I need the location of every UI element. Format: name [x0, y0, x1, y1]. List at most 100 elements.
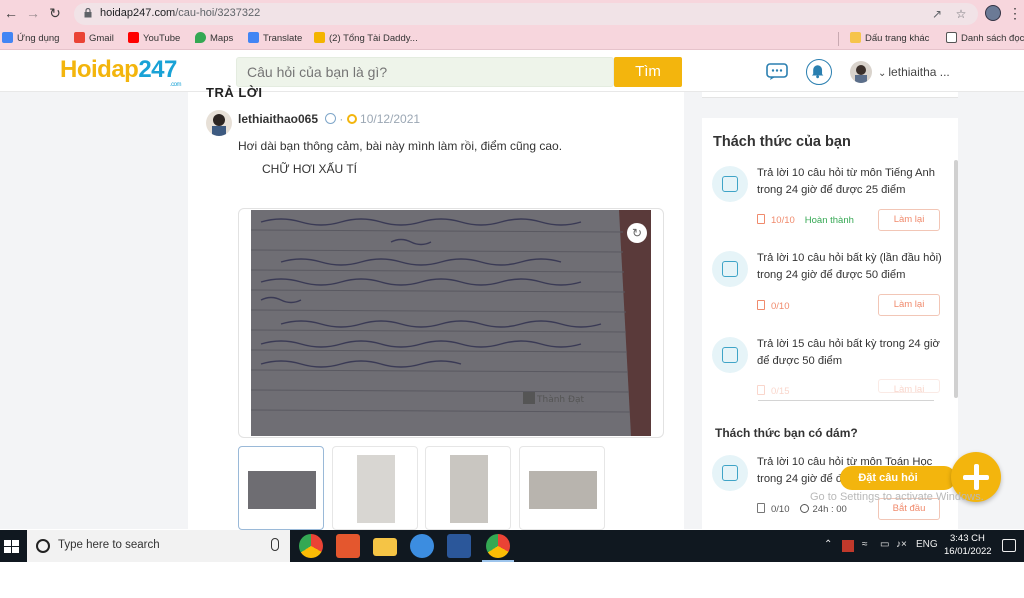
activate-windows-watermark: Go to Settings to activate Windows.: [810, 491, 984, 503]
sidebar-divider: [758, 400, 934, 401]
answer-meta: · 10/12/2021: [325, 112, 420, 126]
answer-note: CHỮ HƠI XẤU TÍ: [262, 162, 357, 176]
bookmarks-bar: Ứng dụng Gmail YouTube Maps Translate (2…: [0, 28, 1024, 50]
chevron-down-icon: ⌄: [878, 68, 887, 79]
forward-arrow-icon[interactable]: →: [24, 4, 42, 22]
back-arrow-icon[interactable]: ←: [2, 4, 20, 22]
tray-overflow-icon[interactable]: ⌃: [824, 539, 832, 550]
sidebar-scrollbar[interactable]: [954, 160, 958, 398]
language-indicator[interactable]: ENG: [916, 539, 938, 550]
reload-icon[interactable]: ↻: [46, 4, 64, 22]
challenge-title: Thách thức của bạn: [713, 134, 851, 150]
clock-icon: [799, 504, 809, 513]
address-bar[interactable]: hoidap247.com/cau-hoi/3237322 ↗ ☆: [74, 3, 978, 25]
wifi-icon[interactable]: ≈: [862, 539, 868, 550]
challenge-3-retry-button[interactable]: Làm lại: [878, 379, 940, 393]
battery-icon[interactable]: ▭: [880, 539, 889, 550]
challenge-2-status: 0/10: [757, 300, 790, 312]
sidebar-top-card: [702, 92, 958, 98]
image-thumbnail-4[interactable]: [519, 446, 605, 530]
translate-icon: [248, 32, 259, 43]
rotate-image-icon[interactable]: ↻: [627, 223, 647, 243]
ask-question-label[interactable]: Đặt câu hỏi: [840, 466, 956, 490]
volume-muted-icon[interactable]: ♪×: [896, 539, 907, 550]
user-menu[interactable]: ⌄ lethiaitha ...: [878, 65, 950, 79]
network-app-icon[interactable]: [410, 534, 434, 558]
handwritten-notebook-photo: Thành Đạt: [251, 210, 651, 436]
bookmark-translate[interactable]: Translate: [248, 32, 302, 46]
browser-toolbar: ← → ↻ hoidap247.com/cau-hoi/3237322 ↗ ☆ …: [0, 0, 1024, 28]
share-icon[interactable]: ↗: [930, 7, 944, 21]
grid-challenge-icon: [712, 337, 748, 373]
image-thumbnail-3[interactable]: [425, 446, 511, 530]
action-center-icon[interactable]: [1002, 539, 1016, 552]
notification-bell-icon[interactable]: [806, 59, 832, 85]
bookmark-reading-list[interactable]: Danh sách đọc: [946, 32, 1024, 46]
taskbar-search-box[interactable]: Type here to search: [27, 530, 290, 562]
image-thumbnail-2[interactable]: [332, 446, 418, 530]
dare-title: Thách thức bạn có dám?: [715, 426, 858, 440]
chrome-icon[interactable]: [299, 534, 323, 558]
chat-icon[interactable]: [766, 63, 788, 81]
bookmark-star-icon[interactable]: ☆: [954, 7, 968, 21]
site-header: Hoidap247.com Tìm ⌄lethiaitha ...: [0, 50, 1024, 92]
medal-icon: [346, 114, 357, 124]
url-text: hoidap247.com/cau-hoi/3237322: [100, 7, 261, 19]
file-explorer-icon[interactable]: [373, 538, 397, 556]
clock-date[interactable]: 16/01/2022: [944, 546, 992, 557]
answer-heading: TRẢ LỜI: [206, 85, 263, 100]
image-thumbnail-1[interactable]: [238, 446, 324, 530]
math-challenge-icon: [712, 455, 748, 491]
answer-image[interactable]: Thành Đạt: [251, 210, 651, 436]
profile-avatar-icon[interactable]: [985, 5, 1001, 21]
grid-challenge-icon: [712, 251, 748, 287]
document-icon: [757, 503, 765, 513]
folder-icon: [850, 32, 861, 43]
challenge-2-text: Trả lời 10 câu hỏi bất kỳ (lần đầu hỏi) …: [757, 252, 942, 281]
word-icon[interactable]: [447, 534, 471, 558]
taskbar-search-text: Type here to search: [58, 539, 160, 551]
answer-date: 10/12/2021: [360, 112, 421, 126]
lock-icon: [84, 8, 92, 18]
dare-status: 0/10 24h : 00: [757, 503, 847, 515]
question-search-input[interactable]: [236, 57, 614, 87]
chrome-active-icon[interactable]: [482, 534, 514, 562]
apps-grid-icon: [2, 32, 13, 43]
tray-app-icon[interactable]: [842, 540, 854, 552]
rank-badge-icon: [325, 113, 336, 124]
image-watermark: Thành Đạt: [536, 395, 584, 405]
search-button[interactable]: Tìm: [614, 57, 682, 87]
bookmark-maps[interactable]: Maps: [195, 32, 233, 46]
bookmark-other-folder[interactable]: Dấu trang khác: [850, 32, 929, 46]
powerpoint-icon[interactable]: [336, 534, 360, 558]
cortana-icon: [36, 539, 50, 553]
document-icon: [757, 214, 765, 224]
windows-taskbar: Type here to search ⌃ ≈ ▭ ♪× ENG 3:43 CH…: [0, 530, 1024, 562]
bookmark-youtube[interactable]: YouTube: [128, 32, 180, 46]
bookmark-gmail[interactable]: Gmail: [74, 32, 114, 46]
gmail-icon: [74, 32, 85, 43]
bookmark-apps[interactable]: Ứng dụng: [2, 32, 59, 46]
challenge-1-status: 10/10 Hoàn thành: [757, 214, 854, 226]
challenge-1-retry-button[interactable]: Làm lại: [878, 209, 940, 231]
more-menu-icon[interactable]: ⋮: [1008, 5, 1022, 21]
answer-text: Hơi dài bạn thông cảm, bài này mình làm …: [238, 139, 563, 153]
microphone-icon[interactable]: [271, 538, 279, 551]
english-challenge-icon: [712, 166, 748, 202]
clock-time[interactable]: 3:43 CH: [950, 533, 985, 544]
bookmark-separator: [838, 32, 839, 46]
reading-list-icon: [946, 32, 957, 43]
site-logo[interactable]: Hoidap247 .com: [60, 56, 182, 88]
challenge-1-text: Trả lời 10 câu hỏi từ môn Tiếng Anh tron…: [757, 167, 935, 196]
document-icon: [757, 385, 765, 395]
answerer-username[interactable]: lethiaithao065: [238, 112, 318, 126]
youtube-icon: [128, 32, 139, 43]
user-avatar[interactable]: [850, 61, 872, 83]
answerer-avatar[interactable]: [206, 110, 232, 136]
site-icon: [314, 32, 325, 43]
challenge-2-retry-button[interactable]: Làm lại: [878, 294, 940, 316]
bookmark-site[interactable]: (2) Tổng Tài Daddy...: [314, 32, 418, 46]
document-icon: [757, 300, 765, 310]
windows-start-icon[interactable]: [0, 530, 24, 562]
challenge-3-text: Trả lời 15 câu hỏi bất kỳ trong 24 giờ đ…: [757, 338, 940, 367]
